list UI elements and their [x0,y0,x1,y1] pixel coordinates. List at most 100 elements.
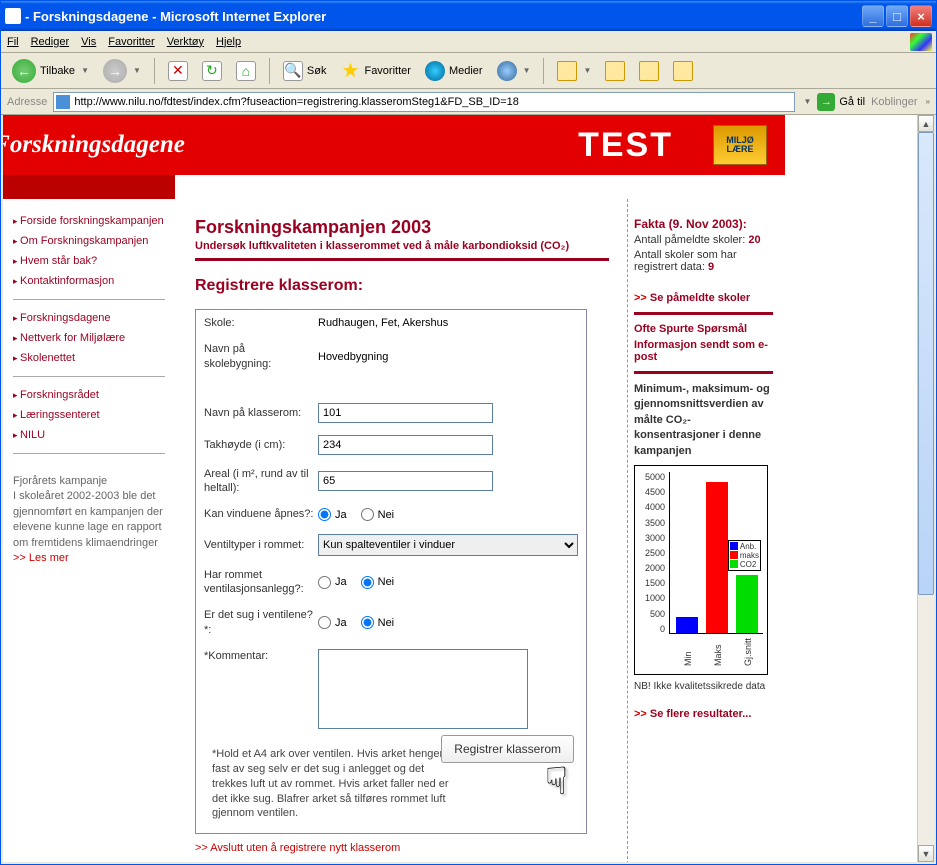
bar-maks [706,482,728,633]
back-icon: ← [12,59,36,83]
input-area[interactable] [318,471,493,491]
radio-hasvent-yes[interactable] [318,576,331,589]
menu-file[interactable]: Fil [7,36,19,48]
discuss-icon [673,61,693,81]
bar-min [676,617,698,633]
scroll-down-button[interactable]: ▼ [918,845,934,862]
input-ceiling[interactable] [318,435,493,455]
discuss-button[interactable] [668,58,698,84]
back-button[interactable]: ←Tilbake▼ [7,56,94,86]
window-title: - Forskningsdagene - Microsoft Internet … [25,9,326,24]
nav-forskningsradet[interactable]: Forskningsrådet [13,385,165,405]
textarea-comment[interactable] [318,649,528,729]
site-banner: Forskningsdagene TEST MILJØ LÆRE [3,115,785,175]
address-input[interactable] [53,92,795,112]
link-more-results[interactable]: Se flere resultater... [634,708,773,720]
favorites-button[interactable]: ★Favoritter [335,58,415,84]
footnote: *Hold et A4 ark over ventilen. Hvis arke… [204,741,464,827]
promo-title: Fjorårets kampanje [13,474,165,489]
print-icon [605,61,625,81]
forward-button[interactable]: →▼ [98,56,146,86]
link-info-email[interactable]: Informasjon sendt som e-post [634,339,773,363]
link-faq[interactable]: Ofte Spurte Spørsmål [634,323,773,335]
submit-button[interactable]: Registrer klasserom [441,735,574,763]
left-navigation: Forside forskningskampanjen Om Forskning… [3,199,175,862]
nav-hvem[interactable]: Hvem står bak? [13,251,165,271]
menu-favorites[interactable]: Favoritter [108,36,154,48]
menu-help[interactable]: Hjelp [216,36,241,48]
minimize-button[interactable]: _ [862,5,884,27]
link-schools[interactable]: Se påmeldte skoler [634,292,773,304]
refresh-button[interactable]: ↻ [197,58,227,84]
bar-gj.snitt [736,575,758,633]
value-school: Rudhaugen, Fet, Akershus [318,317,448,329]
close-button[interactable]: × [910,5,932,27]
media-icon [425,61,445,81]
promo-more-link[interactable]: >> Les mer [13,552,69,564]
menubar: Fil Rediger Vis Favoritter Verktøy Hjelp [1,31,936,53]
go-button[interactable]: → Gå til [817,93,865,111]
search-icon: 🔍 [283,61,303,81]
label-hasvent: Har rommet ventilasjonsanlegg?: [204,568,314,597]
select-venttype[interactable]: Kun spalteventiler i vinduer [318,534,578,556]
radio-windows-yes[interactable] [318,508,331,521]
nav-forskningsdagene[interactable]: Forskningsdagene [13,308,165,328]
facts-heading: Fakta (9. Nov 2003): [634,217,773,231]
refresh-icon: ↻ [202,61,222,81]
nav-nettverk[interactable]: Nettverk for Miljølære [13,328,165,348]
page-subtitle: Undersøk luftkvaliteten i klasserommet v… [195,240,609,252]
print-button[interactable] [600,58,630,84]
radio-windows-no[interactable] [361,508,374,521]
scroll-up-button[interactable]: ▲ [918,115,934,132]
nb-text: NB! Ikke kvalitetssikrede data [634,681,773,692]
maximize-button[interactable]: □ [886,5,908,27]
label-building: Navn på skolebygning: [204,342,314,371]
nav-skolenettet[interactable]: Skolenettet [13,348,165,368]
nav-kontakt[interactable]: Kontaktinformasjon [13,271,165,291]
app-icon [5,8,21,24]
history-button[interactable]: ▼ [492,58,536,84]
miljolare-badge: MILJØ LÆRE [713,125,767,165]
address-label: Adresse [7,96,47,108]
links-label[interactable]: Koblinger [871,96,917,108]
mail-button[interactable]: ▼ [552,58,596,84]
section-heading: Registrere klasserom: [195,277,609,295]
radio-suction-no[interactable] [361,616,374,629]
radio-suction-yes[interactable] [318,616,331,629]
home-button[interactable]: ⌂ [231,58,261,84]
scroll-thumb[interactable] [918,132,934,595]
search-button[interactable]: 🔍Søk [278,58,332,84]
windows-flag-icon [910,33,932,51]
address-dropdown-icon[interactable]: ▼ [803,97,811,106]
cancel-link[interactable]: >> Avslutt uten å registrere nytt klasse… [195,842,609,854]
nav-om[interactable]: Om Forskningskampanjen [13,231,165,251]
menu-edit[interactable]: Rediger [31,36,70,48]
right-column: Fakta (9. Nov 2003): Antall påmeldte sko… [627,199,785,862]
nav-laeringssenteret[interactable]: Læringssenteret [13,405,165,425]
label-classroom: Navn på klasserom: [204,406,314,420]
cursor-hand-icon: ☟ [545,759,568,804]
main-content: Forskningskampanjen 2003 Undersøk luftkv… [175,199,619,862]
fact2-value: 9 [708,261,714,273]
menu-view[interactable]: Vis [81,36,96,48]
co2-bar-chart: 5000450040003500300025002000150010005000… [634,465,768,675]
edit-button[interactable] [634,58,664,84]
vertical-scrollbar[interactable]: ▲ ▼ [917,115,934,862]
fact1-value: 20 [748,234,760,246]
fact2-label: Antall skoler som har registrert data: [634,249,737,273]
radio-hasvent-no[interactable] [361,576,374,589]
promo-text: I skoleåret 2002-2003 ble det gjennomfør… [13,489,165,551]
menu-tools[interactable]: Verktøy [167,36,204,48]
history-icon [497,61,517,81]
chart-legend: Anb.maksCO2 [728,540,761,571]
forward-icon: → [103,59,127,83]
label-area: Areal (i m², rund av til heltall): [204,467,314,496]
page-title: Forskningskampanjen 2003 [195,217,609,238]
nav-forside[interactable]: Forside forskningskampanjen [13,211,165,231]
nav-nilu[interactable]: NILU [13,425,165,445]
home-icon: ⌂ [236,61,256,81]
media-button[interactable]: Medier [420,58,488,84]
stop-button[interactable]: ✕ [163,58,193,84]
input-classroom[interactable] [318,403,493,423]
test-label: TEST [578,126,673,165]
